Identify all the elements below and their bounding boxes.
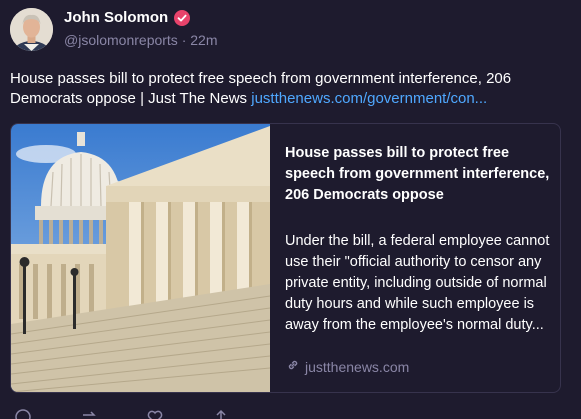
author-name-text[interactable]: John Solomon [64,9,168,26]
us-capitol-building-photo [11,124,271,392]
link-preview-card[interactable]: House passes bill to protect free speech… [10,123,561,393]
post-text: House passes bill to protect free speech… [10,69,570,109]
post: John Solomon @jsolomonreports · 22m Hous… [0,0,581,419]
person-photo-avatar-icon [10,8,53,51]
link-icon [286,358,300,375]
author-name[interactable]: John Solomon [64,9,191,26]
more-icon[interactable] [212,408,230,419]
avatar[interactable] [10,8,53,51]
post-link[interactable]: justthenews.com/government/con... [251,90,487,107]
card-domain-text: justthenews.com [305,358,410,375]
post-actions [14,408,230,419]
reply-icon[interactable] [14,408,32,419]
card-description: Under the bill, a federal employee canno… [285,233,550,333]
repost-icon[interactable] [80,408,98,419]
like-icon[interactable] [146,408,164,419]
card-title[interactable]: House passes bill to protect free speech… [285,143,550,206]
verified-badge-icon [174,9,191,26]
author-handle-timestamp[interactable]: @jsolomonreports · 22m [64,32,218,48]
card-domain[interactable]: justthenews.com [286,358,409,375]
